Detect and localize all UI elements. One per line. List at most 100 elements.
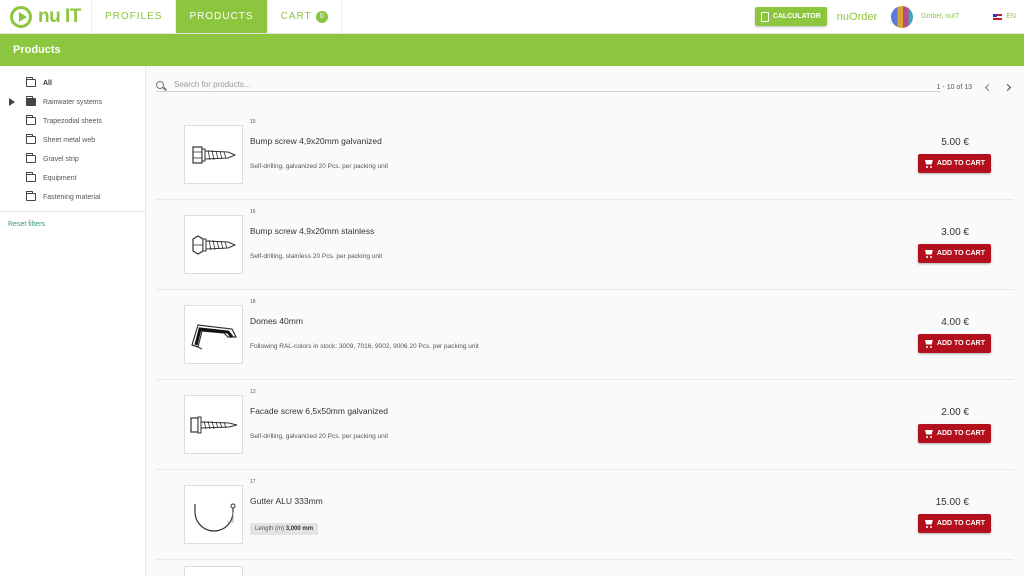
product-area: 1 - 10 of 13 15 Bump screw 4,9x20mm galv…: [146, 66, 1024, 576]
add-to-cart-button[interactable]: ADD TO CART: [917, 424, 991, 443]
language-label: EN: [1006, 13, 1016, 20]
length-chip: Length (m) 3,000 mm: [250, 523, 319, 535]
category-list: All Rainwater systems Trapezodial sheets…: [0, 66, 145, 207]
length-chip-value: 3,000 mm: [285, 526, 314, 532]
category-fastening-material[interactable]: Fastening material: [0, 188, 145, 207]
cart-count-badge: 0: [315, 10, 328, 23]
product-image-partial: [184, 566, 243, 576]
folder-icon: [26, 77, 36, 87]
search-bar: [156, 78, 941, 92]
add-to-cart-button[interactable]: ADD TO CART: [917, 334, 991, 353]
category-label: Equipment: [43, 175, 77, 182]
category-gravel-strip[interactable]: Gravel strip: [0, 150, 145, 169]
nav-products-label: PRODUCTS: [189, 11, 254, 22]
dome-icon: [190, 323, 237, 349]
chevron-right-icon[interactable]: [1003, 83, 1012, 92]
product-row: 18 Domes 40mm Following RAL-colors in st…: [156, 290, 1014, 380]
product-price: 3.00 €: [941, 227, 969, 238]
folder-icon: [26, 115, 36, 125]
product-number: 17: [250, 479, 256, 485]
company-name[interactable]: GmbH, nuIT: [921, 13, 959, 20]
product-number: 16: [250, 209, 256, 215]
product-image[interactable]: [184, 485, 243, 544]
folder-icon: [26, 153, 36, 163]
brand-name: nuOrder: [836, 10, 878, 23]
product-number: 15: [250, 119, 256, 125]
product-image[interactable]: [184, 125, 243, 184]
nav-cart[interactable]: CART 0: [268, 0, 342, 33]
product-description: Following RAL-colors in stock: 3009, 701…: [250, 343, 479, 350]
calculator-button[interactable]: CALCULATOR: [754, 7, 827, 26]
product-image[interactable]: [184, 215, 243, 274]
product-number: 18: [250, 299, 256, 305]
category-sheet-metal-web[interactable]: Sheet metal web: [0, 131, 145, 150]
us-flag-icon: [993, 13, 1003, 20]
product-name[interactable]: Domes 40mm: [250, 316, 303, 326]
product-price: 15.00 €: [935, 497, 969, 508]
category-label: Trapezodial sheets: [43, 118, 102, 125]
search-icon: [156, 80, 164, 89]
cart-icon: [924, 340, 934, 348]
category-label: Fastening material: [43, 194, 101, 201]
product-row: 15 Bump screw 4,9x20mm galvanized Self-d…: [156, 110, 1014, 200]
language-selector[interactable]: EN: [993, 13, 1016, 20]
category-label: Sheet metal web: [43, 137, 96, 144]
screw-icon: [189, 416, 237, 433]
gutter-icon: [193, 503, 235, 532]
play-logo-icon: [10, 6, 32, 28]
product-name[interactable]: Bump screw 4,9x20mm galvanized: [250, 136, 382, 146]
cart-icon: [924, 160, 934, 168]
nav-profiles[interactable]: PROFILES: [92, 0, 177, 33]
chevron-left-icon[interactable]: [984, 83, 993, 92]
product-row: 13 Facade screw 6,5x50mm galvanized Self…: [156, 380, 1014, 470]
product-price: 4.00 €: [941, 317, 969, 328]
product-price: 5.00 €: [941, 137, 969, 148]
category-label: Rainwater systems: [43, 99, 103, 106]
product-description: Self-drilling, stainless 20 Pcs. per pac…: [250, 253, 383, 260]
top-navigation: nu IT PROFILES PRODUCTS CART 0 CALCULATOR…: [0, 0, 1024, 34]
add-to-cart-button[interactable]: ADD TO CART: [917, 514, 991, 533]
length-chip-label: Length (m): [255, 526, 285, 532]
folder-icon: [26, 134, 36, 144]
add-to-cart-button[interactable]: ADD TO CART: [917, 244, 991, 263]
product-number: 13: [250, 389, 256, 395]
category-sidebar: All Rainwater systems Trapezodial sheets…: [0, 66, 146, 576]
expand-arrow-icon[interactable]: [9, 98, 15, 106]
add-to-cart-label: ADD TO CART: [936, 340, 985, 347]
folder-filled-icon: [26, 96, 36, 106]
product-image[interactable]: [184, 305, 243, 364]
add-to-cart-label: ADD TO CART: [936, 250, 985, 257]
cart-icon: [924, 250, 934, 258]
cart-icon: [924, 430, 934, 438]
product-description: Self-drilling, galvanized 20 Pcs. per pa…: [250, 433, 389, 440]
add-to-cart-label: ADD TO CART: [936, 520, 985, 527]
category-trapezodial-sheets[interactable]: Trapezodial sheets: [0, 112, 145, 131]
category-rainwater-systems[interactable]: Rainwater systems: [0, 93, 145, 112]
nav-products[interactable]: PRODUCTS: [176, 0, 268, 33]
product-name[interactable]: Facade screw 6,5x50mm galvanized: [250, 406, 388, 416]
product-image[interactable]: [184, 395, 243, 454]
nav-cart-label: CART: [280, 11, 312, 22]
product-row: 16 Bump screw 4,9x20mm stainless Self-dr…: [156, 200, 1014, 290]
category-all[interactable]: All: [0, 74, 145, 93]
add-to-cart-button[interactable]: ADD TO CART: [917, 154, 991, 173]
add-to-cart-label: ADD TO CART: [936, 430, 985, 437]
category-equipment[interactable]: Equipment: [0, 169, 145, 188]
search-input[interactable]: [174, 80, 874, 89]
calculator-icon: [760, 11, 769, 22]
logo[interactable]: nu IT: [0, 0, 92, 34]
avatar[interactable]: [891, 5, 914, 28]
pagination-label: 1 - 10 of 13: [936, 84, 972, 91]
product-name[interactable]: Gutter ALU 333mm: [250, 496, 323, 506]
reset-filters-link[interactable]: Reset filters: [0, 212, 145, 228]
product-row: 17 Gutter ALU 333mm Length (m) 3,000 mm …: [156, 470, 1014, 560]
product-description: Self-drilling, galvanized 20 Pcs. per pa…: [250, 163, 389, 170]
product-list: 15 Bump screw 4,9x20mm galvanized Self-d…: [156, 110, 1014, 560]
category-label: Gravel strip: [43, 156, 79, 163]
add-to-cart-label: ADD TO CART: [936, 160, 985, 167]
folder-icon: [26, 172, 36, 182]
screw-icon: [191, 145, 236, 164]
product-price: 2.00 €: [941, 407, 969, 418]
product-name[interactable]: Bump screw 4,9x20mm stainless: [250, 226, 374, 236]
